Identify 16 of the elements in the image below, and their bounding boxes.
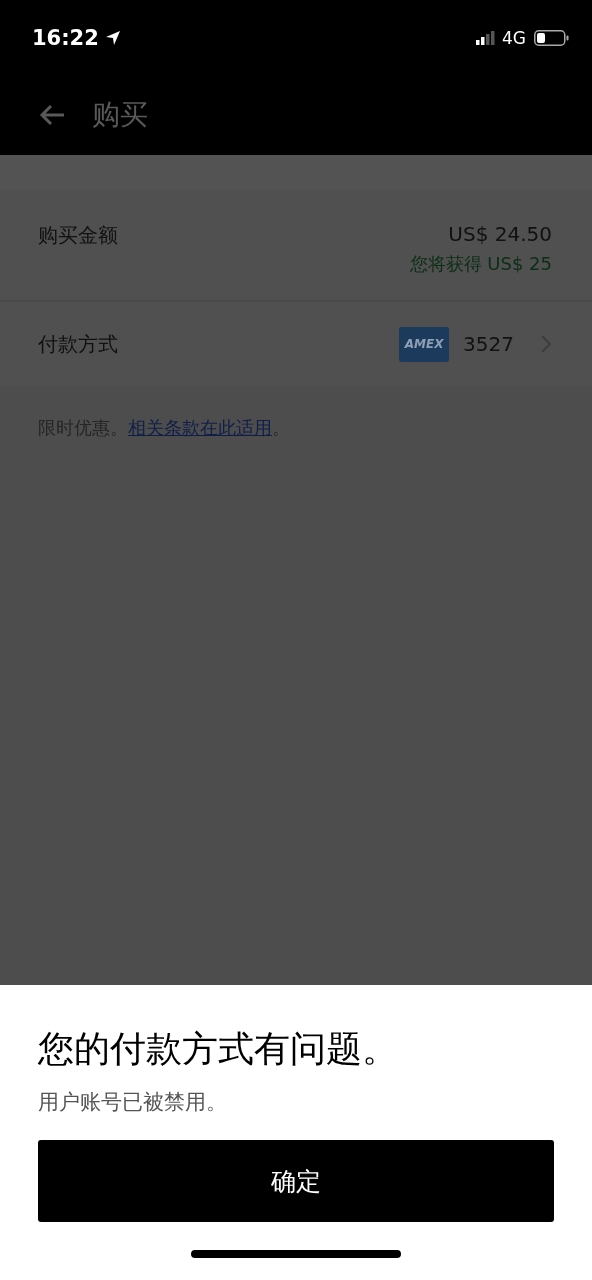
card-logo: AMEX bbox=[399, 326, 450, 362]
row-label: 付款方式 bbox=[38, 330, 118, 358]
row-label: 购买金额 bbox=[38, 222, 118, 249]
card-number: 3527 bbox=[463, 332, 514, 356]
reward-note: 您将获得 US$ 25 bbox=[409, 252, 552, 276]
price-value: US$ 24.50 bbox=[448, 222, 552, 246]
location-icon bbox=[104, 29, 121, 46]
page-title: 购买 bbox=[92, 97, 148, 133]
back-arrow-icon[interactable] bbox=[38, 103, 66, 127]
network-type: 4G bbox=[502, 27, 526, 48]
signal-icon bbox=[476, 30, 496, 45]
sheet-title: 您的付款方式有问题。 bbox=[38, 1027, 399, 1071]
status-time: 16:22 bbox=[32, 25, 99, 50]
sheet-message: 用户账号已被禁用。 bbox=[38, 1089, 228, 1116]
confirm-button[interactable]: 确定 bbox=[38, 1140, 554, 1222]
battery-icon bbox=[534, 29, 570, 46]
